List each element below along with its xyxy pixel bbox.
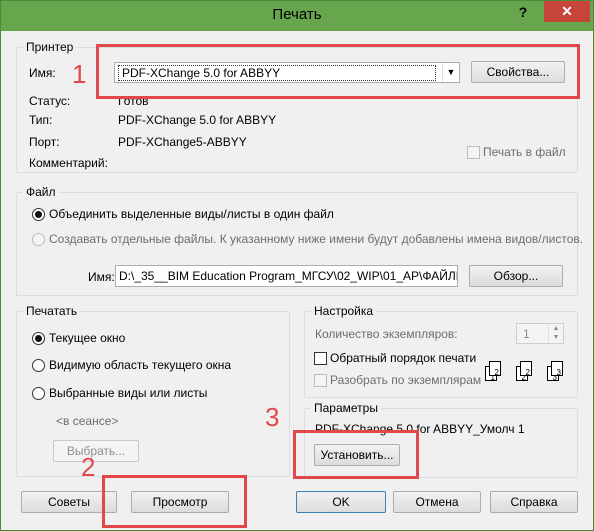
status-label: Статус: [29,94,71,108]
file-group-label: Файл [23,185,59,199]
close-icon[interactable]: ✕ [544,1,590,22]
port-value: PDF-XChange5-ABBYY [118,135,247,149]
copies-value: 1 [523,327,530,341]
print-to-file-label: Печать в файл [483,145,566,159]
session-label: <в сеансе> [56,414,119,428]
copies-label: Количество экземпляров: [315,327,458,341]
annotation-box-1 [96,44,580,99]
help-icon[interactable]: ? [505,1,541,23]
visible-area-radio[interactable] [32,359,45,372]
reverse-order-label: Обратный порядок печати [330,351,477,365]
cancel-button[interactable]: Отмена [393,491,481,513]
separate-files-radio[interactable] [32,233,45,246]
annotation-number-3: 3 [265,402,280,432]
port-label: Порт: [29,135,60,149]
collate-label: Разобрать по экземплярам [330,373,482,387]
annotation-number-1: 1 [72,59,87,89]
file-path-input[interactable]: D:\_35__BIM Education Program_МГСУ\02_WI… [115,265,458,287]
ok-button[interactable]: OK [296,491,386,513]
type-label: Тип: [29,113,53,127]
annotation-number-2: 2 [81,452,96,482]
combine-files-label: Объединить выделенные виды/листы в один … [49,207,334,221]
type-value: PDF-XChange 5.0 for ABBYY [118,113,277,127]
params-group-label: Параметры [311,401,381,415]
printer-group-label: Принтер [23,40,77,54]
reverse-order-checkbox[interactable] [314,352,327,365]
annotation-box-3 [293,430,419,479]
annotation-box-2 [102,475,247,528]
collate-checkbox[interactable] [314,374,327,387]
combine-files-radio[interactable] [32,208,45,221]
comment-label: Комментарий: [29,156,108,170]
browse-button[interactable]: Обзор... [469,265,563,287]
print-dialog: Печать ? ✕ Принтер Имя: PDF-XChange 5.0 … [0,0,594,531]
select-views-button[interactable]: Выбрать... [53,440,139,462]
title-bar[interactable]: Печать ? ✕ [1,1,593,31]
help-button[interactable]: Справка [490,491,578,513]
current-window-label: Текущее окно [49,331,126,345]
file-name-label: Имя: [88,270,115,284]
printer-name-label: Имя: [29,66,56,80]
collate-pages-icon: 1 2 2 2 3 3 [485,361,575,391]
copies-stepper[interactable]: 1 ▲ ▼ [516,323,564,344]
stepper-arrows-icon[interactable]: ▲ ▼ [548,324,563,343]
current-window-radio[interactable] [32,332,45,345]
selected-views-label: Выбранные виды или листы [49,386,208,400]
selected-views-radio[interactable] [32,387,45,400]
separate-files-label: Создавать отдельные файлы. К указанному … [49,232,584,246]
settings-group-label: Настройка [311,304,377,318]
print-to-file-checkbox[interactable] [467,146,480,159]
visible-area-label: Видимую область текущего окна [49,358,232,372]
print-range-group-label: Печатать [23,304,81,318]
